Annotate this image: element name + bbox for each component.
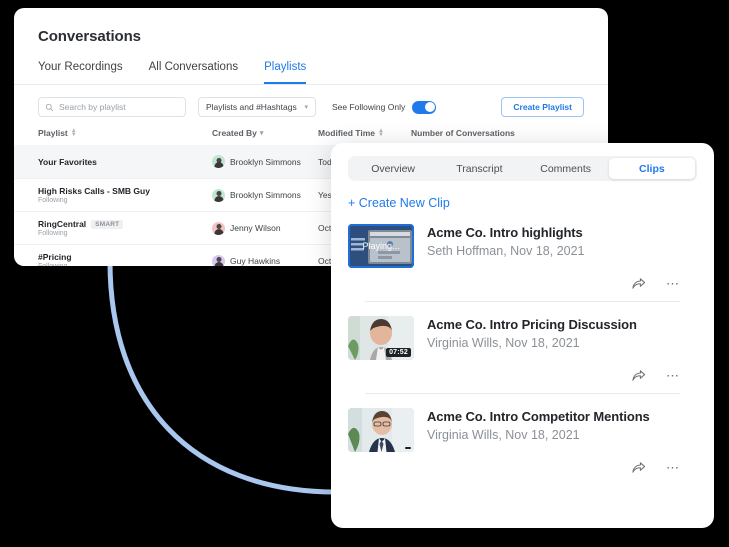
clip-thumbnail[interactable]: 07:52 [348, 316, 414, 360]
column-header-number-of-conversations: Number of Conversations [411, 128, 571, 138]
clip-thumbnail[interactable]: Playing... [348, 224, 414, 268]
clip-duration: 07:52 [386, 348, 411, 357]
column-header-playlist[interactable]: Playlist ▲ ▼ [38, 128, 212, 138]
more-options-icon[interactable]: ⋯ [666, 277, 680, 290]
share-icon[interactable] [631, 276, 646, 291]
screenshot-root: Conversations Your Recordings All Conver… [0, 0, 729, 547]
row-playlist-cell: Your Favorites [38, 157, 212, 167]
row-playlist-cell: High Risks Calls - SMB Guy Following [38, 186, 212, 204]
row-created-by-cell: Jenny Wilson [212, 221, 318, 235]
chevron-down-icon: ▾ [304, 104, 308, 111]
clip-meta: Virginia Wills, Nov 18, 2021 [427, 336, 580, 350]
row-following-label: Following [38, 230, 68, 237]
clip-thumbnail[interactable] [348, 408, 414, 452]
more-options-icon[interactable]: ⋯ [666, 369, 680, 382]
row-playlist-name: Your Favorites [38, 156, 97, 167]
create-playlist-button[interactable]: Create Playlist [501, 97, 584, 117]
smart-badge: SMART [91, 219, 124, 229]
tab-your-recordings[interactable]: Your Recordings [38, 61, 123, 84]
list-item[interactable]: 07:52 Acme Co. Intro Pricing Discussion … [331, 302, 714, 394]
table-header: Playlist ▲ ▼ Created By ▾ Modified Time ▲… [14, 117, 608, 145]
column-label: Playlist [38, 128, 68, 138]
row-playlist-cell: #Pricing Following [38, 252, 212, 266]
sort-icon[interactable]: ▲ ▼ [378, 128, 384, 138]
sort-icon[interactable]: ▲ ▼ [71, 128, 77, 138]
clip-title: Acme Co. Intro highlights [427, 225, 583, 240]
tab-clips[interactable]: Clips [608, 158, 695, 179]
chevron-down-icon[interactable]: ▾ [260, 129, 264, 137]
avatar [212, 221, 225, 235]
avatar [212, 254, 225, 266]
more-options-icon[interactable]: ⋯ [666, 461, 680, 474]
avatar [212, 188, 225, 202]
row-playlist-cell: RingCentral SMART Following [38, 219, 212, 237]
row-created-by-cell: Brooklyn Simmons [212, 188, 318, 202]
thumbnail-image [348, 408, 414, 452]
list-item[interactable]: Acme Co. Intro Competitor Mentions Virgi… [331, 394, 714, 485]
search-placeholder: Search by playlist [59, 102, 126, 112]
clip-title: Acme Co. Intro Pricing Discussion [427, 317, 637, 332]
row-created-by-cell: Brooklyn Simmons [212, 155, 318, 168]
clips-panel: Overview Transcript Comments Clips + Cre… [331, 143, 714, 528]
row-playlist-name: RingCentral [38, 219, 87, 229]
see-following-only-label: See Following Only [332, 102, 406, 112]
page-title: Conversations [38, 28, 141, 45]
create-new-clip-link[interactable]: + Create New Clip [331, 181, 714, 210]
column-label: Created By [212, 128, 257, 138]
tab-overview[interactable]: Overview [350, 158, 436, 179]
tab-comments[interactable]: Comments [523, 158, 609, 179]
column-header-created-by[interactable]: Created By ▾ [212, 128, 318, 138]
playlist-type-dropdown[interactable]: Playlists and #Hashtags ▾ [198, 97, 316, 117]
clip-status-label: Playing... [362, 241, 400, 251]
column-label: Number of Conversations [411, 128, 515, 138]
row-playlist-name: High Risks Calls - SMB Guy [38, 186, 150, 196]
row-created-by-name: Guy Hawkins [230, 256, 281, 266]
row-following-label: Following [38, 263, 212, 266]
see-following-only-toggle[interactable] [412, 100, 437, 114]
row-created-by-name: Brooklyn Simmons [230, 190, 301, 200]
clip-meta: Virginia Wills, Nov 18, 2021 [427, 428, 580, 442]
avatar [212, 155, 225, 168]
clip-duration [405, 447, 411, 449]
row-created-by-name: Brooklyn Simmons [230, 156, 301, 167]
tab-playlists[interactable]: Playlists [264, 61, 307, 84]
list-item[interactable]: Playing... Acme Co. Intro highlights Set… [331, 210, 714, 302]
clips-panel-tabs: Overview Transcript Comments Clips [331, 143, 714, 181]
column-label: Modified Time [318, 128, 375, 138]
row-created-by-name: Jenny Wilson [230, 223, 281, 233]
see-following-only-control[interactable]: See Following Only [332, 100, 437, 114]
search-input[interactable]: Search by playlist [38, 97, 186, 117]
search-icon [45, 103, 54, 112]
dropdown-selected-value: Playlists and #Hashtags [206, 102, 297, 112]
clip-meta: Seth Hoffman, Nov 18, 2021 [427, 244, 585, 258]
share-icon[interactable] [631, 460, 646, 475]
filter-toolbar: Search by playlist Playlists and #Hashta… [14, 85, 608, 117]
share-icon[interactable] [631, 368, 646, 383]
tab-transcript[interactable]: Transcript [436, 158, 522, 179]
row-playlist-name: #Pricing [38, 252, 72, 262]
conversations-tabs: Your Recordings All Conversations Playli… [14, 45, 608, 85]
column-header-modified-time[interactable]: Modified Time ▲ ▼ [318, 128, 411, 138]
clip-title: Acme Co. Intro Competitor Mentions [427, 409, 650, 424]
row-following-label: Following [38, 197, 68, 204]
row-created-by-cell: Guy Hawkins [212, 254, 318, 266]
tab-all-conversations[interactable]: All Conversations [149, 61, 238, 84]
